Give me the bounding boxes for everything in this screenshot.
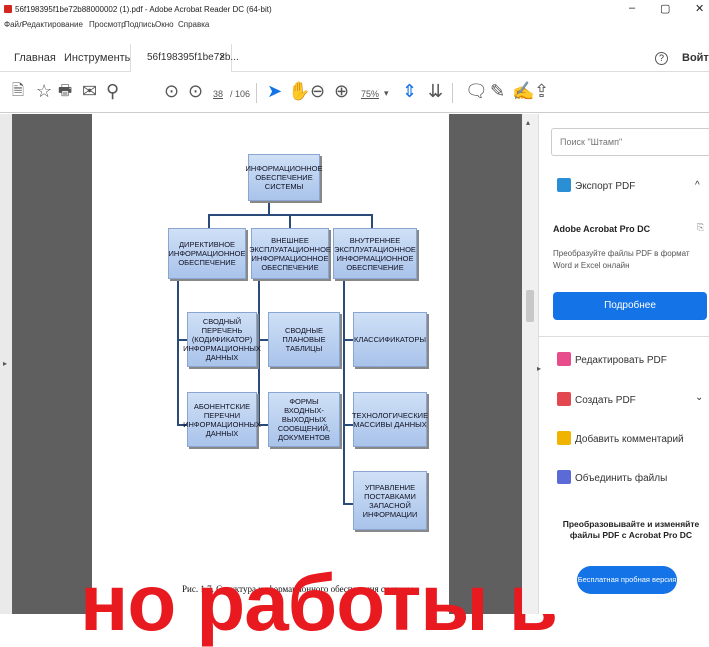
edit-pdf-icon <box>557 352 571 366</box>
tab-tools[interactable]: Инструменты <box>64 52 133 64</box>
maximize-button[interactable]: ▢ <box>660 2 670 15</box>
connector <box>343 279 345 504</box>
connector <box>289 214 291 228</box>
diagram-c3a-box: КЛАССИФИКАТОРЫ <box>353 312 427 367</box>
diagram-col1-head: ДИРЕКТИВНОЕ ИНФОРМАЦИОННОЕ ОБЕСПЕЧЕНИЕ <box>168 228 246 279</box>
left-panel-toggle[interactable]: ▸ <box>0 114 12 614</box>
highlight-pen-icon[interactable]: ✎ <box>490 81 505 101</box>
diagram-root-box: ИНФОРМАЦИОННОЕ ОБЕСПЕЧЕНИЕ СИСТЕМЫ <box>246 154 322 201</box>
scroll-mode-icon[interactable]: ⇊ <box>428 81 443 101</box>
scrollbar-thumb[interactable] <box>526 290 534 322</box>
separator <box>452 83 453 103</box>
vertical-scrollbar[interactable]: ▴ <box>522 114 538 614</box>
diagram-c1a-box: СВОДНЫЙ ПЕРЕЧЕНЬ (КОДИФИКАТОР) ИНФОРМАЦИ… <box>183 312 261 367</box>
page-number-input[interactable]: 38 <box>213 89 223 99</box>
toolbar: 🗎 ☆ 🖶 ✉ ⚲ ⊙ ⊙ 38 / 106 ➤ ✋ ⊖ ⊕ 75% ▾ ⇕ ⇊… <box>0 73 709 113</box>
info-icon[interactable]: ⎘ <box>697 222 704 233</box>
free-trial-button[interactable]: Бесплатная пробная версия <box>577 566 677 594</box>
tool-search-input[interactable] <box>551 128 709 156</box>
diagram-c2b-box: ФОРМЫ ВХОДНЫХ-ВЫХОДНЫХ СООБЩЕНИЙ, ДОКУМЕ… <box>268 392 340 447</box>
tab-document[interactable]: 56f198395f1be72b... × <box>130 44 239 72</box>
edit-pdf-label[interactable]: Редактировать PDF <box>575 355 667 366</box>
scroll-up-icon[interactable]: ▴ <box>526 118 530 127</box>
diagram-c1b-box: АБОНЕНТСКИЕ ПЕРЕЧНИ ИНФОРМАЦИОННЫХ ДАННЫ… <box>183 392 261 447</box>
minimize-button[interactable]: – <box>629 2 635 14</box>
tools-pane: ▸ Экспорт PDF ^ Adobe Acrobat Pro DC ⎘ П… <box>537 114 709 614</box>
fit-page-icon[interactable]: ⇕ <box>402 81 417 101</box>
acrobat-app-icon <box>4 5 12 13</box>
comment-icon[interactable]: 🗨 <box>465 81 488 101</box>
create-pdf-label[interactable]: Создать PDF <box>575 395 636 406</box>
combine-files-label[interactable]: Объединить файлы <box>575 473 667 484</box>
menu-edit[interactable]: Редактирование <box>22 20 83 29</box>
diagram-c3c-box: УПРАВЛЕНИЕ ПОСТАВКАМИ ЗАПАСНОЙ ИНФОРМАЦИ… <box>353 471 427 530</box>
combine-files-icon <box>557 470 571 484</box>
search-icon[interactable]: ⚲ <box>106 81 119 101</box>
connector <box>343 339 353 341</box>
connector <box>208 214 210 228</box>
export-pdf-icon <box>557 178 571 192</box>
help-icon[interactable]: ? <box>655 52 668 65</box>
print-icon[interactable]: 🖶 <box>58 81 72 101</box>
select-cursor-icon[interactable]: ➤ <box>267 81 282 101</box>
create-pdf-tool-icon <box>557 392 571 406</box>
product-title: Adobe Acrobat Pro DC <box>553 224 651 234</box>
divider <box>539 336 709 337</box>
separator <box>256 83 257 103</box>
diagram-col2-head: ВНЕШНЕЕ ЭКСПЛУАТАЦИОННОЕ ИНФОРМАЦИОННОЕ … <box>249 228 331 279</box>
title-bar: 56f198395f1be72b88000002 (1).pdf - Adobe… <box>0 0 709 18</box>
share-icon[interactable]: ⇪ <box>534 81 549 101</box>
connector <box>177 279 179 425</box>
watermark-text: но работы в <box>80 558 558 647</box>
tab-home[interactable]: Главная <box>14 52 56 64</box>
menu-view[interactable]: Просмотр <box>89 20 126 29</box>
pdf-page: ИНФОРМАЦИОННОЕ ОБЕСПЕЧЕНИЕ СИСТЕМЫ ДИРЕК… <box>92 114 449 614</box>
learn-more-button[interactable]: Подробнее <box>553 292 707 320</box>
chevron-down-icon[interactable]: ▾ <box>384 88 389 99</box>
promo-text: Преобразовывайте и изменяйте файлы PDF с… <box>562 519 700 540</box>
hand-tool-icon[interactable]: ✋ <box>288 81 310 101</box>
zoom-in-icon[interactable]: ⊕ <box>334 81 349 101</box>
export-pdf-label[interactable]: Экспорт PDF <box>575 181 635 192</box>
product-description: Преобразуйте файлы PDF в формат Word и E… <box>553 249 690 270</box>
create-pdf-icon[interactable]: 🗎 <box>12 81 24 101</box>
tab-close-icon[interactable]: × <box>219 51 225 63</box>
diagram-c2a-box: СВОДНЫЕ ПЛАНОВЫЕ ТАБЛИЦЫ <box>268 312 340 367</box>
collapse-pane-icon[interactable]: ▸ <box>537 364 541 373</box>
window-title: 56f198395f1be72b88000002 (1).pdf - Adobe… <box>15 5 272 14</box>
connector <box>371 214 373 228</box>
add-comment-icon <box>557 431 571 445</box>
page-up-icon[interactable]: ⊙ <box>164 81 179 101</box>
page-total: / 106 <box>230 89 251 99</box>
connector <box>343 503 353 505</box>
sign-icon[interactable]: ✍ <box>512 81 534 101</box>
menu-file[interactable]: Файл <box>4 20 24 29</box>
menu-help[interactable]: Справка <box>178 20 209 29</box>
chevron-up-icon[interactable]: ^ <box>695 180 700 191</box>
chevron-down-icon[interactable]: ⌄ <box>695 392 703 403</box>
close-button[interactable]: ✕ <box>695 2 704 15</box>
email-icon[interactable]: ✉ <box>82 81 97 101</box>
chevron-right-icon[interactable]: ▸ <box>3 359 7 368</box>
zoom-level-select[interactable]: 75% <box>361 89 379 99</box>
bookmark-star-icon[interactable]: ☆ <box>36 81 52 101</box>
menu-bar: Файл Редактирование Просмотр Подпись Окн… <box>0 18 709 32</box>
sign-in-link[interactable]: Войти <box>682 52 709 64</box>
zoom-out-icon[interactable]: ⊖ <box>310 81 325 101</box>
page-down-icon[interactable]: ⊙ <box>188 81 203 101</box>
add-comment-label[interactable]: Добавить комментарий <box>575 434 684 445</box>
tab-bar: Главная Инструменты 56f198395f1be72b... … <box>0 32 709 72</box>
menu-sign[interactable]: Подпись <box>124 20 156 29</box>
connector <box>268 201 270 215</box>
menu-window[interactable]: Окно <box>155 20 174 29</box>
diagram-col3-head: ВНУТРЕННЕЕ ЭКСПЛУАТАЦИОННОЕ ИНФОРМАЦИОНН… <box>333 228 417 279</box>
diagram-c3b-box: ТЕХНОЛОГИЧЕСКИЕ МАССИВЫ ДАННЫХ <box>352 392 428 447</box>
